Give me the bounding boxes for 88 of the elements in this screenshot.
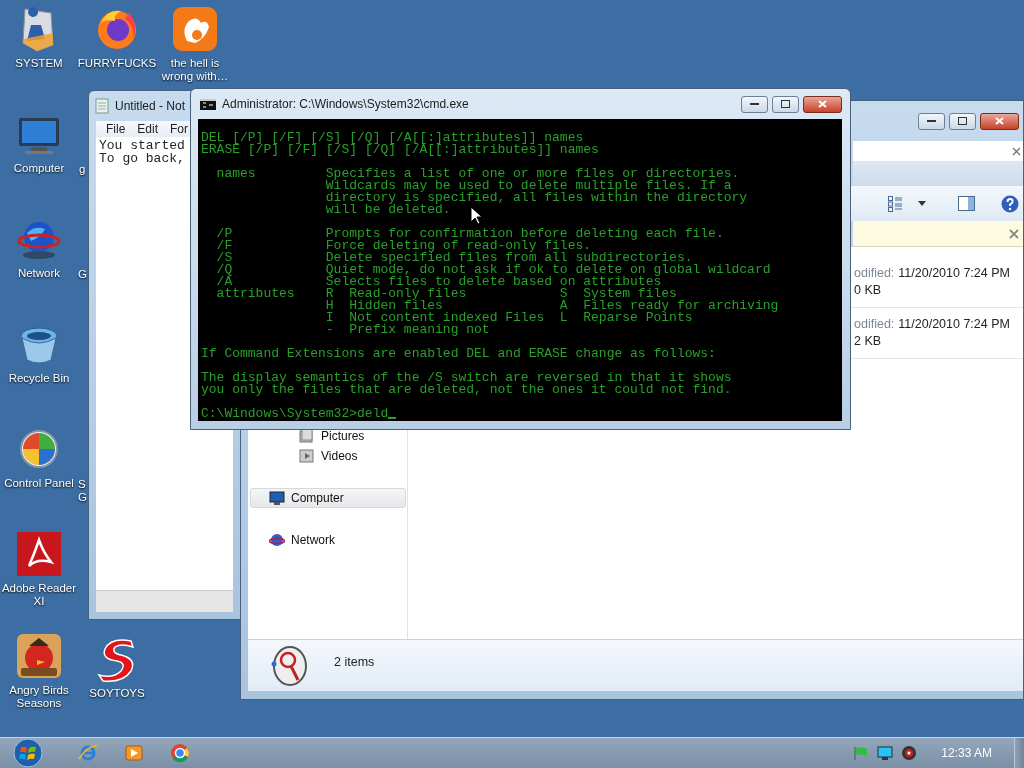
- chrome-icon[interactable]: [170, 743, 190, 763]
- console-line: names Specifies a list of one or more files or directories.: [215, 168, 740, 180]
- minimize-icon: [750, 102, 759, 106]
- icon-label: Adobe Reader XI: [0, 582, 78, 608]
- text-line: To go back,: [99, 152, 185, 165]
- field-label: odified:: [854, 316, 895, 333]
- close-icon: [818, 100, 827, 108]
- nav-item[interactable]: Videos: [250, 446, 406, 466]
- icon-label: S G: [78, 478, 87, 504]
- console-line: /A Selects files to delete based on attributes: [215, 276, 662, 288]
- text-cursor: [388, 417, 397, 419]
- window-title: Administrator: C:\Windows\System32\cmd.exe: [222, 96, 469, 113]
- icon-label: g: [79, 163, 86, 176]
- icon-label: the hell is wrong with…: [160, 57, 230, 83]
- icon-label: Angry Birds Seasons: [8, 684, 70, 710]
- preview-pane-icon[interactable]: [958, 196, 975, 211]
- magnifier-icon: [270, 644, 310, 688]
- media-player-icon[interactable]: [124, 743, 144, 763]
- modified-date: 11/20/2010 7:24 PM: [898, 265, 1010, 282]
- speaker-icon[interactable]: [901, 745, 918, 761]
- console-line: H Hidden files A Files ready for archiving: [324, 300, 779, 312]
- icon-label: FURRYFUCKS: [77, 57, 157, 70]
- mouse-pointer-icon: [470, 206, 482, 225]
- console-line: DEL [/P] [/F] [/S] [/Q] [/A[[:]attributes]] names: [201, 132, 584, 144]
- icon-label: SOYTOYS: [89, 687, 145, 700]
- minimize-button[interactable]: [918, 112, 945, 130]
- icon-label: SYSTEM: [15, 57, 63, 70]
- maximize-button[interactable]: [949, 112, 976, 130]
- pdf-icon[interactable]: [15, 530, 63, 578]
- minimize-icon: [927, 119, 936, 123]
- console-line: The display semantics of the /S switch are reversed in that it shows: [201, 372, 732, 384]
- bird-icon[interactable]: [15, 632, 63, 680]
- maximize-icon: [781, 100, 790, 108]
- console-line: Wildcards may be used to delete multiple files. If a: [324, 180, 732, 192]
- close-icon: [995, 117, 1004, 125]
- maximize-button[interactable]: [772, 95, 799, 113]
- squirrel-icon[interactable]: [171, 5, 219, 53]
- minimize-button[interactable]: [741, 95, 768, 113]
- icon-label: G: [78, 268, 87, 281]
- nav-label: Network: [291, 532, 335, 549]
- icon-label: Control Panel: [4, 477, 74, 490]
- close-button[interactable]: [980, 112, 1019, 130]
- console-icon: [200, 98, 216, 110]
- close-icon[interactable]: [1009, 228, 1019, 239]
- console-line: directory is specified, all files within the directory: [324, 192, 748, 204]
- console-line: - Prefix meaning not: [324, 324, 490, 336]
- menu-item[interactable]: File: [106, 120, 126, 138]
- console-line: will be deleted.: [324, 204, 451, 216]
- console-line: /Q Quiet mode, do not ask if ok to delete on global wildcard: [215, 264, 771, 276]
- file-size: 2 KB: [854, 333, 883, 350]
- text-line: You started: [99, 139, 185, 152]
- monitor-icon[interactable]: [877, 745, 894, 761]
- console-line: /F Force deleting of read-only files.: [215, 240, 592, 252]
- globe-icon: [269, 532, 285, 548]
- nav-label: Videos: [321, 448, 358, 465]
- command-prompt[interactable]: C:\Windows\System32>deld: [201, 408, 389, 420]
- clear-icon[interactable]: [1012, 146, 1021, 156]
- console-line: ERASE [/P] [/F] [/S] [/Q] [/A[[:]attributes]] names: [201, 144, 599, 156]
- icon-label: Computer: [13, 162, 65, 175]
- field-label: odified:: [854, 265, 895, 282]
- caret-icon[interactable]: [918, 201, 926, 206]
- icon-label: Network: [17, 267, 61, 280]
- file-size: 0 KB: [854, 282, 883, 299]
- nav-item[interactable]: Computer: [250, 488, 406, 508]
- nav-item[interactable]: Network: [250, 530, 406, 550]
- item-count: 2 items: [334, 654, 375, 671]
- menu-item[interactable]: Edit: [137, 120, 159, 138]
- nav-label: Pictures: [321, 428, 365, 445]
- search-field[interactable]: [853, 141, 1023, 161]
- help-icon[interactable]: [1001, 194, 1019, 213]
- console-line: /S Delete specified files from all subdirectories.: [215, 252, 693, 264]
- console-line: attributes R Read-only files S System files: [215, 288, 677, 300]
- scroll-bar[interactable]: [96, 590, 233, 612]
- menu-item[interactable]: For: [170, 120, 189, 138]
- console-line: /P Prompts for confirmation before deleting each file.: [215, 228, 724, 240]
- console-line: If Command Extensions are enabled DEL and ERASE change as follows:: [201, 348, 716, 360]
- nav-label: Computer: [291, 490, 344, 507]
- film-icon: [299, 448, 315, 464]
- window-title: Untitled - Not: [115, 98, 186, 115]
- icon-label: Recycle Bin: [8, 372, 70, 385]
- modified-date: 11/20/2010 7:24 PM: [898, 316, 1010, 333]
- maximize-icon: [958, 117, 967, 125]
- console-line: I Not content indexed Files L Reparse Points: [324, 312, 693, 324]
- notepad-icon: [95, 98, 109, 114]
- view-list-icon[interactable]: [888, 195, 902, 212]
- close-button[interactable]: [803, 95, 842, 113]
- console-line: you only the files that are deleted, not the ones it could not find.: [201, 384, 732, 396]
- monitor-icon: [269, 490, 285, 506]
